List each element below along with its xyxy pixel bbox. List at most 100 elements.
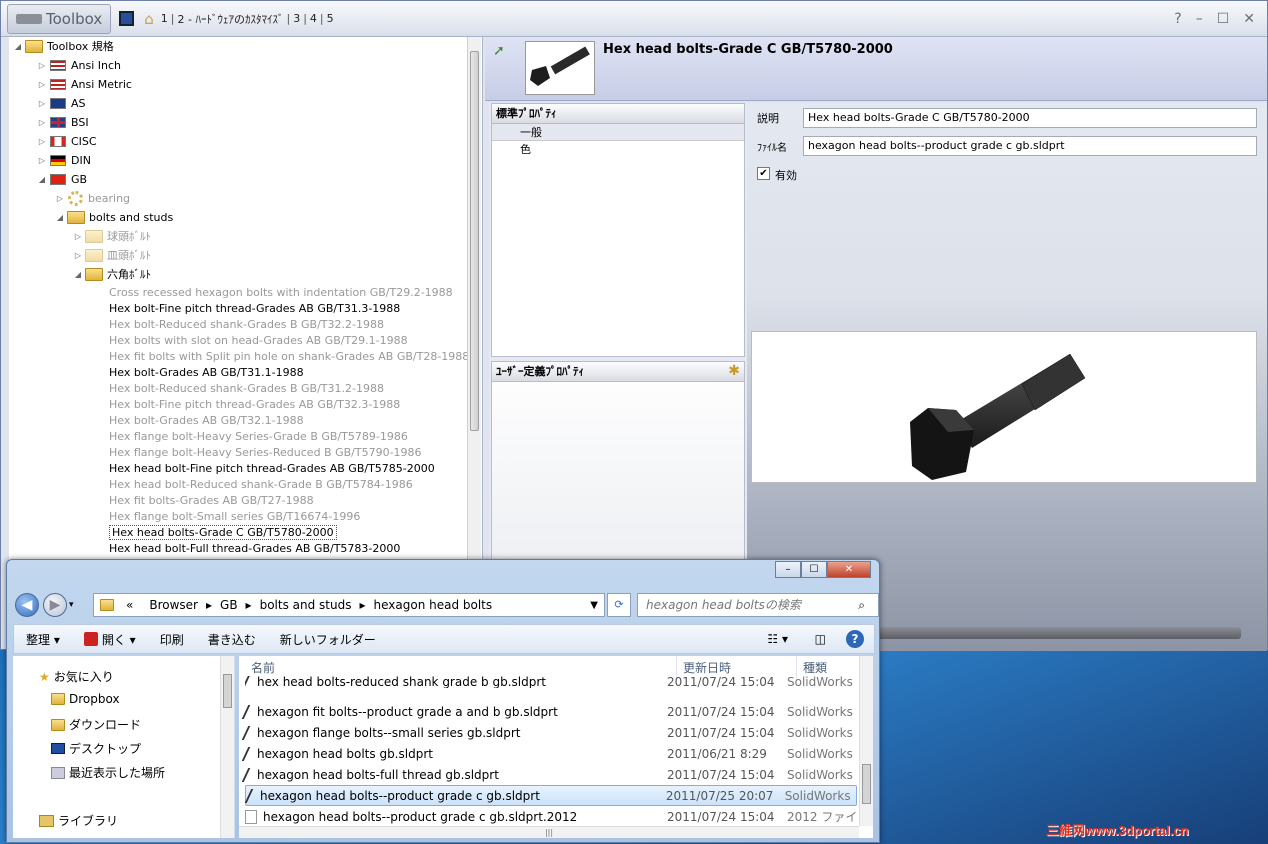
expanded-arrow-icon[interactable]: ◢ xyxy=(73,270,83,279)
view-options-icon[interactable]: ☷ ▾ xyxy=(767,632,788,646)
collapsed-arrow-icon[interactable]: ▷ xyxy=(73,251,83,260)
tree-leaf-item[interactable]: Hex bolts with slot on head-Grades AB GB… xyxy=(109,334,408,347)
tree-leaf-item[interactable]: Hex fit bolts-Grades AB GB/T27-1988 xyxy=(109,494,314,507)
tree-item-ball-head-bolts[interactable]: 球頭ﾎﾞﾙﾄ xyxy=(107,228,151,244)
tree-leaf-item[interactable]: Hex bolt-Reduced shank-Grades B GB/T31.2… xyxy=(109,382,384,395)
description-field[interactable]: Hex head bolts-Grade C GB/T5780-2000 xyxy=(803,108,1257,128)
help-button[interactable]: ? xyxy=(1174,11,1181,27)
nav-downloads[interactable]: ダウンロード xyxy=(69,716,141,733)
scroll-thumb[interactable] xyxy=(862,764,871,804)
search-icon[interactable]: ⌕ xyxy=(858,598,865,613)
tree-item-bolts-and-studs[interactable]: bolts and studs xyxy=(89,211,173,224)
explorer-close-button[interactable]: ✕ xyxy=(827,561,871,578)
nav-desktop[interactable]: デスクトップ xyxy=(69,740,141,757)
add-property-icon[interactable]: ✱ xyxy=(728,363,740,379)
minimize-button[interactable]: – xyxy=(1196,11,1203,27)
tree-scrollbar[interactable] xyxy=(467,37,481,567)
tree-leaf-item[interactable]: Hex bolt-Reduced shank-Grades B GB/T32.2… xyxy=(109,318,384,331)
collapsed-arrow-icon[interactable]: ▷ xyxy=(37,156,47,165)
file-row[interactable]: hexagon head bolts-full thread gb.sldprt… xyxy=(241,764,857,785)
explorer-minimize-button[interactable]: – xyxy=(775,561,801,578)
new-folder-button[interactable]: 新しいフォルダー xyxy=(280,631,376,648)
tree-leaf-item[interactable]: Hex head bolts-Grade C GB/T5780-2000 xyxy=(109,524,337,540)
tree-item-din[interactable]: DIN xyxy=(71,154,91,167)
file-row[interactable]: hexagon head bolts--product grade c gb.s… xyxy=(245,806,857,827)
print-button[interactable]: 印刷 xyxy=(160,631,184,648)
tree-leaf-item[interactable]: Hex head bolt-Reduced shank-Grade B GB/T… xyxy=(109,478,413,491)
address-bar[interactable]: « Browser ▸ GB ▸ bolts and studs ▸ hexagon … xyxy=(93,593,605,617)
tree-leaf-item[interactable]: Hex bolt-Fine pitch thread-Grades AB GB/… xyxy=(109,398,400,411)
tree-leaf-item[interactable]: Hex bolt-Grades AB GB/T32.1-1988 xyxy=(109,414,304,427)
tree-item-cisc[interactable]: CISC xyxy=(71,135,97,148)
preview-pane-icon[interactable]: ◫ xyxy=(815,632,826,646)
file-row[interactable]: hexagon fit bolts--product grade a and b… xyxy=(241,701,857,722)
breadcrumb-browser[interactable]: Browser xyxy=(149,598,198,612)
breadcrumb-hexagon-head-bolts[interactable]: hexagon head bolts xyxy=(374,598,493,612)
file-row[interactable]: hexagon head bolts gb.sldprt 2011/06/21 8… xyxy=(241,743,857,764)
expanded-arrow-icon[interactable]: ◢ xyxy=(37,175,47,184)
organize-menu[interactable]: 整理 ▾ xyxy=(26,631,60,648)
collapsed-arrow-icon[interactable]: ▷ xyxy=(37,61,47,70)
tab-5[interactable]: 5 xyxy=(324,12,337,25)
forward-button[interactable]: ▶ xyxy=(43,593,67,617)
tab-2[interactable]: 2 - ﾊｰﾄﾞｳｪｱのｶｽﾀﾏｲｽﾞ xyxy=(175,11,287,27)
tree-item-as[interactable]: AS xyxy=(71,97,86,110)
collapsed-arrow-icon[interactable]: ▷ xyxy=(55,194,65,203)
history-dropdown-icon[interactable]: ▾ xyxy=(69,600,74,610)
preview-scrollbar[interactable] xyxy=(851,627,1241,639)
tree-leaf-item[interactable]: Hex bolt-Grades AB GB/T31.1-1988 xyxy=(109,366,304,379)
home-icon[interactable]: ⌂ xyxy=(144,10,154,28)
nav-scrollbar[interactable] xyxy=(220,656,234,838)
tree-leaf-item[interactable]: Hex bolt-Fine pitch thread-Grades AB GB/… xyxy=(109,302,400,315)
nav-dropbox[interactable]: Dropbox xyxy=(69,692,120,706)
filename-field[interactable]: hexagon head bolts--product grade c gb.s… xyxy=(803,136,1257,156)
tree-item-hex-bolts[interactable]: 六角ﾎﾞﾙﾄ xyxy=(107,266,151,282)
tree-leaf-item[interactable]: Hex fit bolts with Split pin hole on sha… xyxy=(109,350,469,363)
toolbox-logo[interactable]: Toolbox xyxy=(7,3,112,34)
scroll-thumb[interactable] xyxy=(470,51,479,431)
breadcrumb-overflow[interactable]: « xyxy=(126,598,133,612)
tree-leaf-item[interactable]: Cross recessed hexagon bolts with indent… xyxy=(109,286,453,299)
tab-4[interactable]: 4 xyxy=(307,12,320,25)
file-row[interactable]: hexagon head bolts--product grade c gb.s… xyxy=(244,785,857,806)
nav-favorites[interactable]: お気に入り xyxy=(54,668,114,685)
collapsed-arrow-icon[interactable]: ▷ xyxy=(37,99,47,108)
green-arrow-icon[interactable]: ➚ xyxy=(493,43,505,59)
collapsed-arrow-icon[interactable]: ▷ xyxy=(37,80,47,89)
breadcrumb-gb[interactable]: GB xyxy=(220,598,238,612)
tree-leaf-item[interactable]: Hex flange bolt-Heavy Series-Reduced B G… xyxy=(109,446,422,459)
save-icon[interactable] xyxy=(119,11,135,26)
expanded-arrow-icon[interactable]: ◢ xyxy=(55,213,65,222)
scroll-thumb[interactable] xyxy=(223,674,232,708)
tab-3[interactable]: 3 xyxy=(290,12,303,25)
tree-item-bsi[interactable]: BSI xyxy=(71,116,89,129)
search-input[interactable]: hexagon head boltsの検索 xyxy=(637,593,879,617)
close-button[interactable]: ✕ xyxy=(1243,11,1255,27)
tree-leaf-item[interactable]: Hex head bolt-Full thread-Grades AB GB/T… xyxy=(109,542,400,555)
enabled-checkbox[interactable]: ✔ xyxy=(757,167,770,180)
tree-leaf-item[interactable]: Hex flange bolt-Heavy Series-Grade B GB/… xyxy=(109,430,408,443)
refresh-button[interactable]: ⟳ xyxy=(607,593,631,617)
breadcrumb-bolts-and-studs[interactable]: bolts and studs xyxy=(260,598,352,612)
tree-item-bearing[interactable]: bearing xyxy=(88,192,130,205)
tab-1[interactable]: 1 xyxy=(158,12,171,25)
collapsed-arrow-icon[interactable]: ▷ xyxy=(37,137,47,146)
file-row[interactable]: hexagon flange bolts--small series gb.sl… xyxy=(241,722,857,743)
nav-libraries[interactable]: ライブラリ xyxy=(58,812,118,829)
file-row[interactable]: hex head bolts-reduced shank grade b gb.… xyxy=(245,676,857,688)
maximize-button[interactable]: ☐ xyxy=(1217,11,1230,27)
collapsed-arrow-icon[interactable]: ▷ xyxy=(73,232,83,241)
help-icon[interactable]: ? xyxy=(846,630,864,648)
address-dropdown-icon[interactable]: ▼ xyxy=(590,600,598,611)
tree-leaf-item[interactable]: Hex head bolt-Fine pitch thread-Grades A… xyxy=(109,462,435,475)
property-general[interactable]: 一般 xyxy=(492,124,744,141)
horizontal-scrollbar[interactable]: ||| xyxy=(239,826,859,838)
open-menu[interactable]: 開く ▾ xyxy=(83,631,136,648)
explorer-maximize-button[interactable]: ☐ xyxy=(801,561,827,578)
expanded-arrow-icon[interactable]: ◢ xyxy=(13,42,23,51)
tree-root[interactable]: Toolbox 規格 xyxy=(47,38,114,54)
nav-recent-places[interactable]: 最近表示した場所 xyxy=(69,764,165,781)
tree-item-ansi-inch[interactable]: Ansi Inch xyxy=(71,59,121,72)
tree-item-ansi-metric[interactable]: Ansi Metric xyxy=(71,78,132,91)
tree-item-gb[interactable]: GB xyxy=(71,173,87,186)
